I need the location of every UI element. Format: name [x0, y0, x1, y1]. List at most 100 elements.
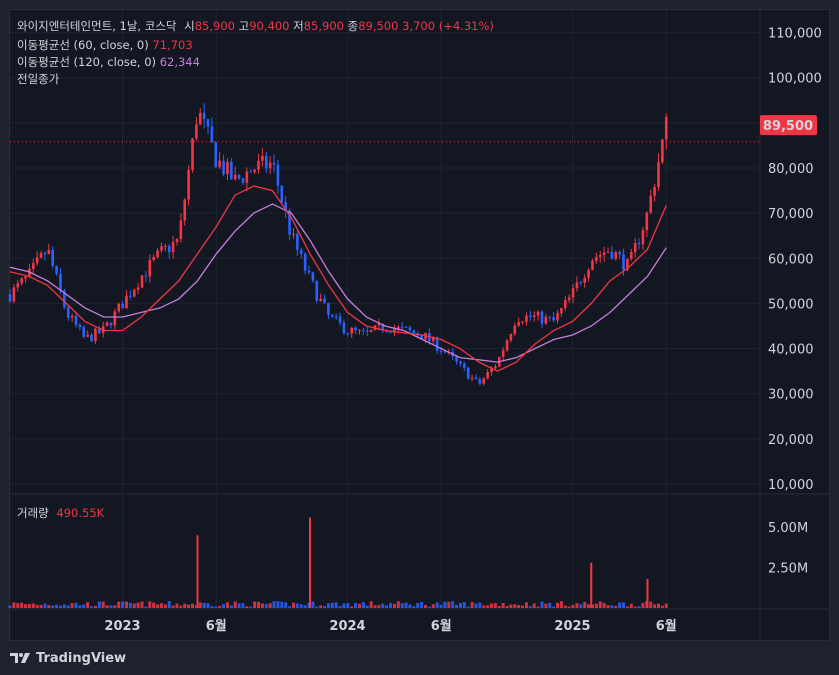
candle-body	[474, 377, 478, 379]
volume-bar	[637, 606, 641, 608]
candle-body	[602, 252, 606, 256]
candle-body	[90, 334, 93, 342]
volume-bar	[319, 605, 323, 608]
candle-body	[548, 316, 552, 318]
volume-bar	[447, 601, 451, 608]
price-tick-label: 60,000	[768, 252, 814, 267]
volume-bar	[78, 605, 82, 608]
volume-bar	[629, 603, 633, 608]
candle-body	[136, 287, 140, 290]
candle-body	[230, 161, 233, 180]
candle-body	[350, 327, 354, 334]
candle-body	[579, 282, 583, 284]
prev-close-legend[interactable]: 전일종가	[17, 71, 59, 87]
candle-body	[299, 249, 303, 254]
volume-bar	[229, 605, 233, 608]
price-tick-label: 50,000	[768, 297, 814, 312]
candle-body	[82, 326, 86, 337]
volume-bar	[117, 601, 121, 608]
volume-bar	[493, 603, 497, 608]
volume-tick-label: 2.50M	[768, 562, 808, 577]
volume-bar	[416, 603, 420, 608]
volume-bar	[649, 601, 653, 608]
volume-bar	[101, 601, 105, 608]
candle-body	[183, 199, 187, 221]
tradingview-logo[interactable]: TradingView	[10, 648, 126, 668]
candle-body	[20, 278, 23, 284]
volume-bar	[156, 604, 160, 608]
candle-body	[214, 142, 218, 168]
volume-bar	[303, 605, 307, 608]
candle-body	[167, 245, 171, 253]
volume-bar	[614, 605, 618, 608]
candle-body	[74, 315, 78, 325]
volume-bar	[404, 602, 408, 608]
volume-bar	[315, 606, 319, 608]
time-tick-label: 6월	[656, 618, 677, 634]
volume-bar	[517, 604, 521, 608]
candle-body	[664, 116, 668, 140]
volume-bar	[82, 604, 86, 608]
candle-body	[641, 230, 645, 245]
volume-legend[interactable]: 거래량 490.55K	[17, 505, 104, 521]
volume-bar	[191, 603, 195, 608]
volume-bar	[233, 601, 237, 608]
candle-body	[338, 316, 342, 323]
volume-bar	[594, 603, 598, 608]
candle-body	[661, 139, 664, 163]
time-tick-label: 6월	[431, 618, 452, 634]
volume-bar	[579, 604, 583, 608]
volume-bar	[97, 601, 101, 608]
candle-body	[513, 325, 517, 334]
candle-body	[198, 112, 202, 125]
tradingview-logo-icon	[10, 653, 30, 663]
candle-body	[303, 253, 307, 271]
volume-bar	[439, 604, 443, 608]
volume-bar	[163, 604, 167, 608]
volume-bar	[291, 602, 295, 608]
volume-bar	[70, 603, 74, 608]
candle-body	[261, 155, 264, 161]
candle-body	[264, 155, 268, 169]
candle-body	[307, 270, 311, 273]
volume-bar	[136, 602, 140, 608]
candle-body	[517, 322, 520, 326]
ma120-line	[9, 203, 667, 363]
candle-body	[241, 178, 245, 183]
open-value: 85,900	[194, 19, 235, 33]
volume-bar	[587, 604, 591, 608]
price-tick-label: 20,000	[768, 433, 814, 448]
candle-body	[51, 249, 55, 266]
candle-body	[86, 334, 89, 337]
candle-body	[327, 302, 330, 315]
volume-bar	[183, 603, 187, 608]
candle-body	[408, 327, 412, 331]
volume-value: 490.55K	[56, 506, 105, 520]
low-value: 85,900	[303, 19, 344, 33]
volume-bar	[528, 606, 532, 608]
ma60-legend[interactable]: 이동평균선 (60, close, 0) 71,703	[17, 37, 193, 53]
volume-bar	[400, 603, 404, 608]
volume-bar	[113, 605, 117, 608]
volume-bar	[497, 606, 501, 608]
ma120-legend[interactable]: 이동평균선 (120, close, 0) 62,344	[17, 54, 200, 70]
candle-body	[583, 277, 587, 283]
candle-body	[94, 328, 97, 342]
volume-bar	[47, 605, 51, 608]
volume-spike	[646, 578, 649, 608]
candle-body	[657, 162, 660, 187]
volume-bar	[559, 601, 563, 608]
volume-bar	[354, 602, 358, 608]
candle-body	[12, 287, 16, 302]
volume-bar	[501, 603, 505, 608]
candle-body	[610, 251, 614, 259]
volume-bar	[622, 602, 626, 608]
volume-bar	[385, 605, 389, 608]
volume-bar	[470, 601, 474, 608]
time-tick-label: 2025	[554, 619, 590, 634]
volume-bar	[365, 605, 369, 608]
candle-body	[362, 329, 365, 331]
candle-body	[354, 327, 357, 331]
volume-bar	[264, 603, 268, 608]
chart-canvas[interactable]: 110,000100,00090,00080,00070,00060,00050…	[0, 0, 839, 675]
